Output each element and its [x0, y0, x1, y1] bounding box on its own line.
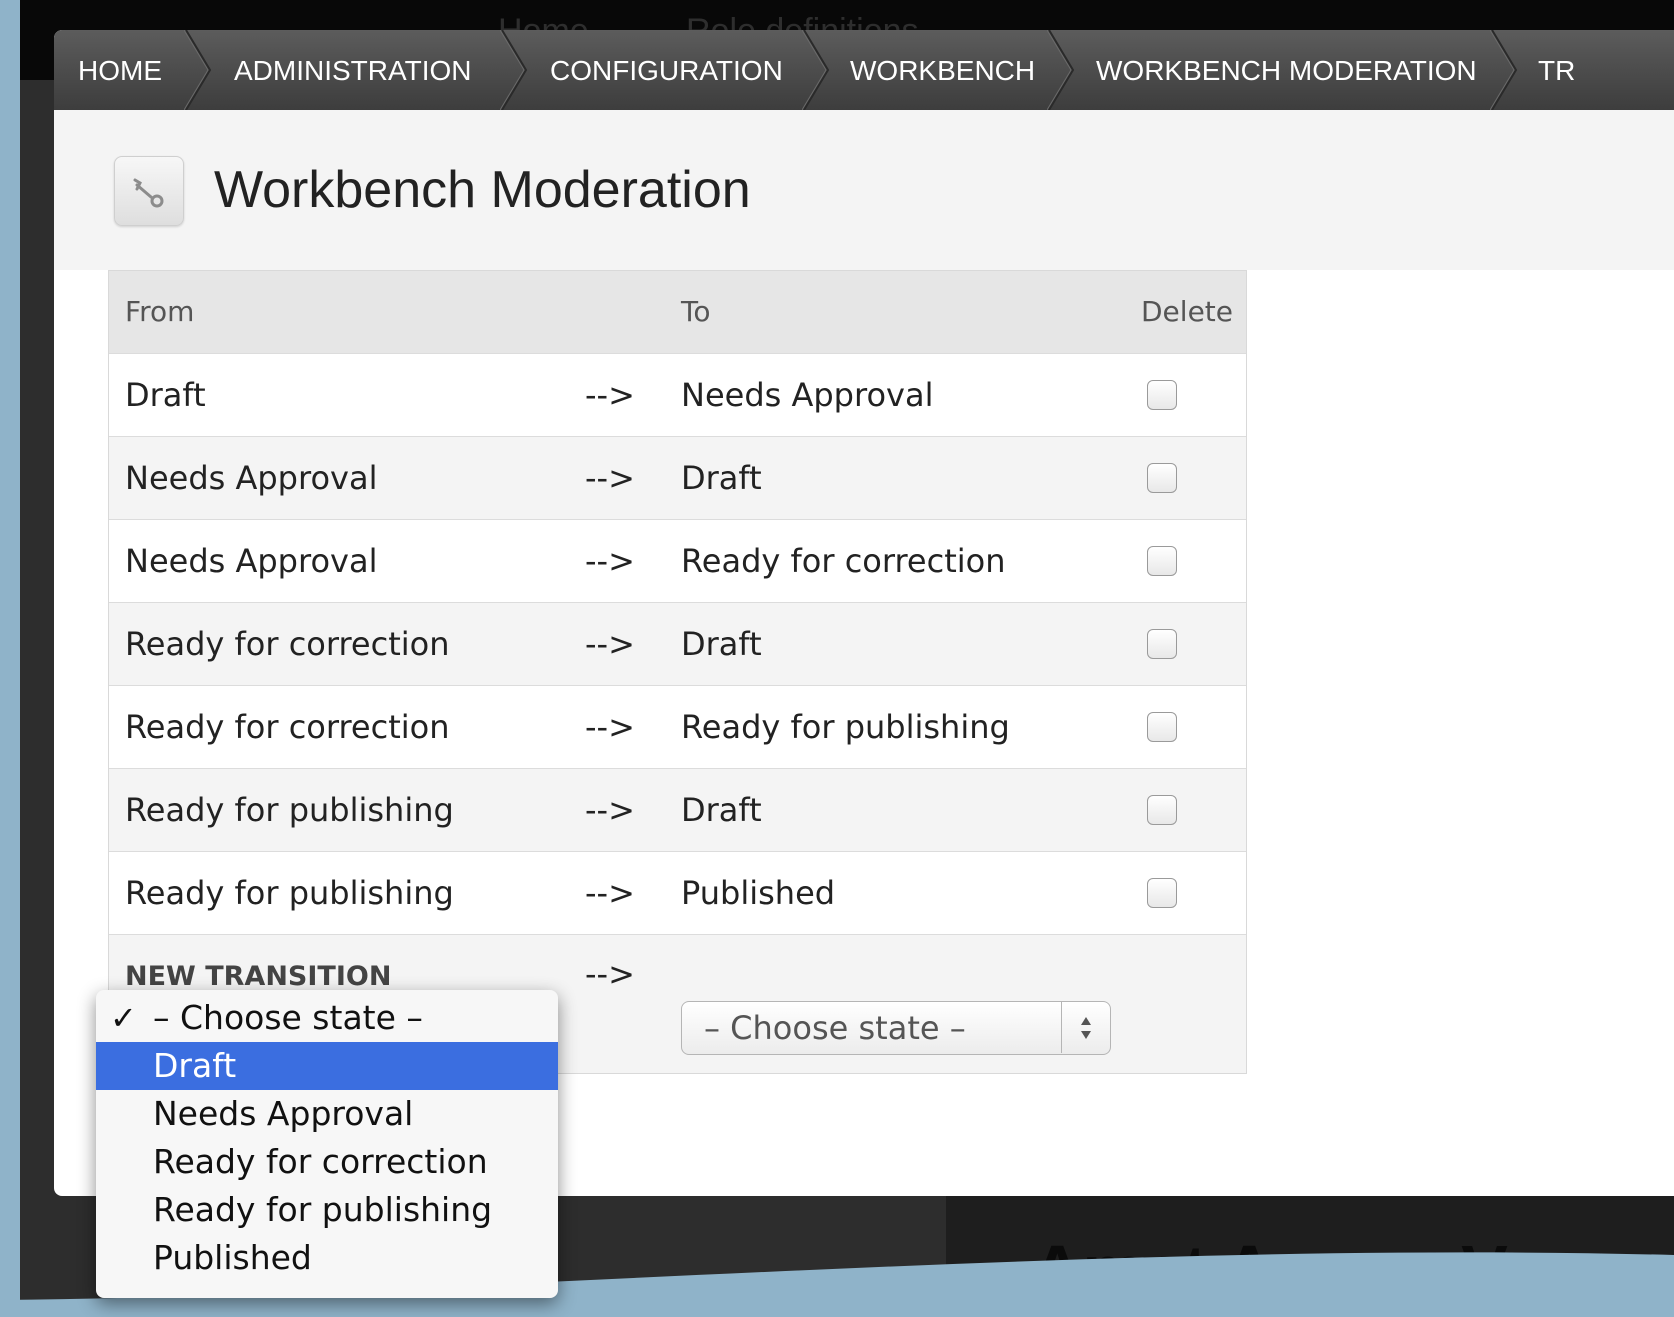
table-row: Ready for publishing --> Published	[109, 851, 1246, 934]
dropdown-option-draft[interactable]: Draft	[96, 1042, 558, 1090]
to-state: Published	[681, 874, 836, 912]
breadcrumb-tr[interactable]: TR	[1538, 30, 1575, 110]
delete-checkbox[interactable]	[1147, 629, 1177, 659]
dropdown-option-ready-for-correction[interactable]: Ready for correction	[96, 1138, 558, 1186]
breadcrumb-separator-icon	[500, 30, 528, 110]
dropdown-option-label: Draft	[153, 1046, 237, 1085]
to-state: Draft	[681, 459, 762, 497]
delete-checkbox[interactable]	[1147, 712, 1177, 742]
transition-arrow: -->	[585, 708, 635, 746]
delete-checkbox[interactable]	[1147, 795, 1177, 825]
delete-checkbox[interactable]	[1147, 546, 1177, 576]
from-state: Ready for correction	[125, 625, 450, 663]
transition-arrow: -->	[585, 791, 635, 829]
dropdown-option-ready-for-publishing[interactable]: Ready for publishing	[96, 1186, 558, 1234]
breadcrumb-separator-icon	[1047, 30, 1075, 110]
table-row: Ready for publishing --> Draft	[109, 768, 1246, 851]
from-state: Needs Approval	[125, 459, 378, 497]
breadcrumb-separator-icon	[802, 30, 830, 110]
from-state: Draft	[125, 376, 206, 414]
transition-arrow: -->	[585, 625, 635, 663]
from-state-dropdown-menu: ✓ – Choose state – Draft Needs Approval …	[96, 990, 558, 1298]
column-header-to: To	[681, 295, 711, 328]
to-state: Needs Approval	[681, 376, 934, 414]
table-row: Needs Approval --> Draft	[109, 436, 1246, 519]
table-row: Draft --> Needs Approval	[109, 353, 1246, 436]
breadcrumb: HOME ADMINISTRATION CONFIGURATION WORKBE…	[54, 30, 1674, 110]
table-row: Ready for correction --> Ready for publi…	[109, 685, 1246, 768]
wrench-icon	[114, 156, 184, 226]
breadcrumb-separator-icon	[1490, 30, 1518, 110]
transition-arrow: -->	[585, 376, 635, 414]
to-state: Ready for publishing	[681, 708, 1010, 746]
to-state: Draft	[681, 625, 762, 663]
transition-arrow: -->	[585, 542, 635, 580]
dropdown-option-published[interactable]: Published	[96, 1234, 558, 1282]
transition-arrow: -->	[585, 459, 635, 497]
page-title: Workbench Moderation	[214, 161, 751, 219]
column-header-delete: Delete	[1141, 295, 1233, 328]
transition-arrow: -->	[585, 874, 635, 912]
from-state: Ready for publishing	[125, 874, 454, 912]
select-arrows-icon	[1061, 1002, 1110, 1053]
from-state: Ready for publishing	[125, 791, 454, 829]
breadcrumb-home[interactable]: HOME	[78, 30, 162, 110]
delete-checkbox[interactable]	[1147, 463, 1177, 493]
delete-checkbox[interactable]	[1147, 380, 1177, 410]
to-state: Ready for correction	[681, 542, 1006, 580]
to-state: Draft	[681, 791, 762, 829]
from-state: Needs Approval	[125, 542, 378, 580]
dropdown-option-label: Ready for publishing	[153, 1190, 493, 1229]
breadcrumb-configuration[interactable]: CONFIGURATION	[550, 30, 783, 110]
to-state-select[interactable]: – Choose state –	[681, 1001, 1111, 1055]
dropdown-option-needs-approval[interactable]: Needs Approval	[96, 1090, 558, 1138]
breadcrumb-workbench-moderation[interactable]: WORKBENCH MODERATION	[1096, 30, 1477, 110]
dropdown-option-label: Ready for correction	[153, 1142, 488, 1181]
table-row: Ready for correction --> Draft	[109, 602, 1246, 685]
new-transition-label: NEW TRANSITION	[125, 961, 392, 992]
table-row: Needs Approval --> Ready for correction	[109, 519, 1246, 602]
column-header-from: From	[125, 295, 195, 328]
transition-arrow: -->	[585, 955, 635, 993]
from-state: Ready for correction	[125, 708, 450, 746]
dropdown-option-label: Needs Approval	[153, 1094, 414, 1133]
breadcrumb-separator-icon	[184, 30, 212, 110]
to-state-select-value: – Choose state –	[704, 1009, 966, 1047]
checkmark-icon: ✓	[110, 999, 137, 1037]
table-header: From To Delete	[109, 271, 1246, 353]
breadcrumb-workbench[interactable]: WORKBENCH	[850, 30, 1035, 110]
dropdown-option-label: Published	[153, 1238, 312, 1277]
transitions-table: From To Delete Draft --> Needs Approval …	[108, 270, 1247, 1074]
delete-checkbox[interactable]	[1147, 878, 1177, 908]
dropdown-option-label: – Choose state –	[153, 998, 423, 1037]
breadcrumb-administration[interactable]: ADMINISTRATION	[234, 30, 471, 110]
dropdown-option-choose-state[interactable]: ✓ – Choose state –	[96, 994, 558, 1042]
